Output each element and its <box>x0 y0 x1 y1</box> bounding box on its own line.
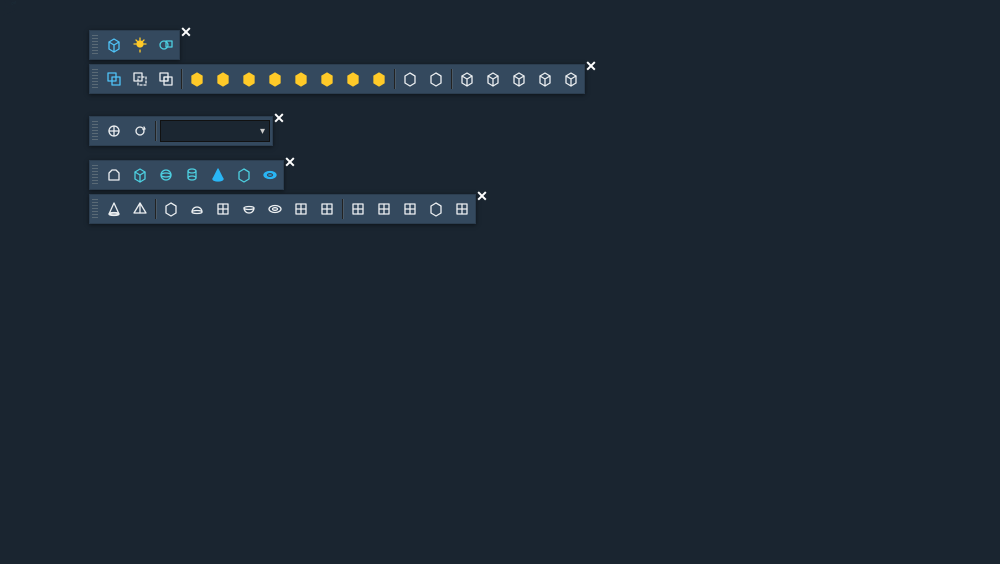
clean-icon[interactable] <box>481 67 505 91</box>
mesh1-icon[interactable] <box>211 197 235 221</box>
sphere-icon[interactable] <box>154 163 178 187</box>
tabulated-icon[interactable] <box>372 197 396 221</box>
mesh-toolbar[interactable]: ✕ <box>89 194 476 224</box>
dome-icon[interactable] <box>185 197 209 221</box>
light-icon[interactable] <box>128 33 152 57</box>
revolved-icon[interactable] <box>398 197 422 221</box>
torus-icon[interactable] <box>263 197 287 221</box>
pyramid-icon[interactable] <box>128 197 152 221</box>
visual-styles-toolbar[interactable]: ▾ ✕ <box>89 116 273 146</box>
move-face-icon[interactable] <box>211 67 235 91</box>
delete-face-icon[interactable] <box>263 67 287 91</box>
solid-editing-toolbar[interactable]: ✕ <box>89 64 585 94</box>
shell-icon[interactable] <box>533 67 557 91</box>
material-icon[interactable] <box>154 33 178 57</box>
edge-icon[interactable] <box>424 197 448 221</box>
chevron-down-icon: ▾ <box>260 126 265 137</box>
cylinder-icon[interactable] <box>180 163 204 187</box>
copy-face-icon[interactable] <box>341 67 365 91</box>
polysolid-icon[interactable] <box>102 163 126 187</box>
mesh4-icon[interactable] <box>315 197 339 221</box>
separator <box>155 121 156 141</box>
close-icon[interactable]: ✕ <box>283 155 297 169</box>
separator <box>394 69 395 89</box>
vs-refresh-icon[interactable] <box>128 119 152 143</box>
toolbar-grip[interactable] <box>92 121 98 141</box>
toolbar-grip[interactable] <box>92 165 98 185</box>
render-icon[interactable] <box>102 33 126 57</box>
box-icon[interactable] <box>128 163 152 187</box>
dish-icon[interactable] <box>237 197 261 221</box>
modeling-toolbar[interactable]: ✕ <box>89 160 284 190</box>
offset-face-icon[interactable] <box>237 67 261 91</box>
separator <box>155 199 156 219</box>
check-icon[interactable] <box>559 67 583 91</box>
torus-solid-icon[interactable] <box>258 163 282 187</box>
toolbar-grip[interactable] <box>92 199 98 219</box>
cone-solid-icon[interactable] <box>206 163 230 187</box>
color-face-icon[interactable] <box>367 67 391 91</box>
ground-rectangle-sketch <box>11 2 16 5</box>
viewport-3d[interactable] <box>0 0 16 16</box>
vs-manage-icon[interactable] <box>102 119 126 143</box>
cylinder-object[interactable] <box>7 3 10 10</box>
copy-edge-icon[interactable] <box>398 67 422 91</box>
close-icon[interactable]: ✕ <box>179 25 193 39</box>
surf-icon[interactable] <box>450 197 474 221</box>
union-icon[interactable] <box>102 67 126 91</box>
separator <box>181 69 182 89</box>
wedge-object[interactable] <box>11 9 15 16</box>
separate-icon[interactable] <box>507 67 531 91</box>
sphere-object[interactable] <box>5 9 9 16</box>
color-edge-icon[interactable] <box>424 67 448 91</box>
intersect-icon[interactable] <box>154 67 178 91</box>
render-toolbar[interactable]: ✕ <box>89 30 180 60</box>
toolbar-grip[interactable] <box>92 69 98 89</box>
imprint-icon[interactable] <box>455 67 479 91</box>
extrude-face-icon[interactable] <box>185 67 209 91</box>
wedge2-icon[interactable] <box>232 163 256 187</box>
close-icon[interactable]: ✕ <box>584 59 598 73</box>
subtract-icon[interactable] <box>128 67 152 91</box>
box-object[interactable] <box>1 3 6 16</box>
wedge-icon[interactable] <box>159 197 183 221</box>
taper-face-icon[interactable] <box>315 67 339 91</box>
close-icon[interactable]: ✕ <box>272 111 286 125</box>
separator <box>451 69 452 89</box>
visual-style-dropdown[interactable]: ▾ <box>160 120 270 142</box>
cone-icon[interactable] <box>102 197 126 221</box>
separator <box>342 199 343 219</box>
mesh3-icon[interactable] <box>289 197 313 221</box>
rotate-face-icon[interactable] <box>289 67 313 91</box>
close-icon[interactable]: ✕ <box>475 189 489 203</box>
toolbar-grip[interactable] <box>92 35 98 55</box>
ruled-icon[interactable] <box>346 197 370 221</box>
